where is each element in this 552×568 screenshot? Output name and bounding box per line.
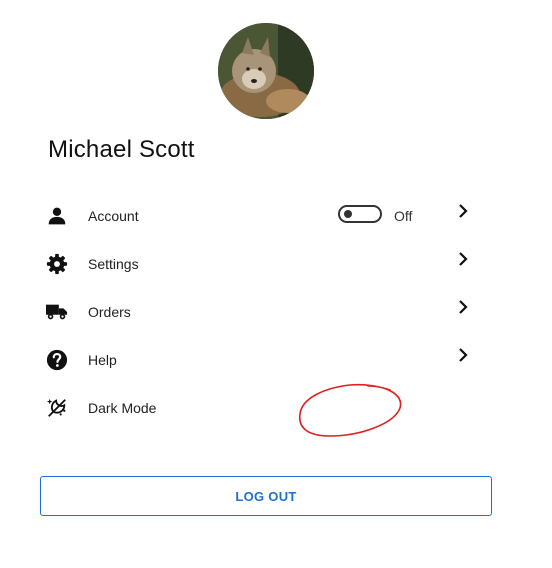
- profile-menu: Account Settings Orders Help Dark Mode: [0, 192, 552, 432]
- avatar: [218, 23, 314, 119]
- gear-icon: [46, 253, 68, 275]
- menu-item-settings[interactable]: Settings: [0, 240, 552, 288]
- menu-item-dark-mode: Dark Mode: [0, 384, 552, 432]
- user-name: Michael Scott: [48, 136, 195, 163]
- menu-item-label: Settings: [88, 256, 139, 272]
- chevron-right-icon: [456, 252, 470, 266]
- menu-item-label: Orders: [88, 304, 131, 320]
- menu-item-account[interactable]: Account: [0, 192, 552, 240]
- dark-mode-icon: [46, 397, 68, 419]
- logout-button[interactable]: LOG OUT: [40, 476, 492, 516]
- menu-item-label: Help: [88, 352, 117, 368]
- dark-mode-state-label: Off: [394, 208, 413, 224]
- chevron-right-icon: [456, 204, 470, 218]
- dark-mode-toggle[interactable]: [338, 205, 382, 223]
- person-icon: [46, 205, 68, 227]
- menu-item-help[interactable]: Help: [0, 336, 552, 384]
- menu-item-label: Account: [88, 208, 139, 224]
- toggle-knob: [344, 210, 352, 218]
- chevron-right-icon: [456, 300, 470, 314]
- help-circle-icon: [46, 349, 68, 371]
- chevron-right-icon: [456, 348, 470, 362]
- menu-item-orders[interactable]: Orders: [0, 288, 552, 336]
- truck-icon: [46, 301, 68, 323]
- menu-item-label: Dark Mode: [88, 400, 157, 416]
- wolf-photo: [218, 23, 314, 119]
